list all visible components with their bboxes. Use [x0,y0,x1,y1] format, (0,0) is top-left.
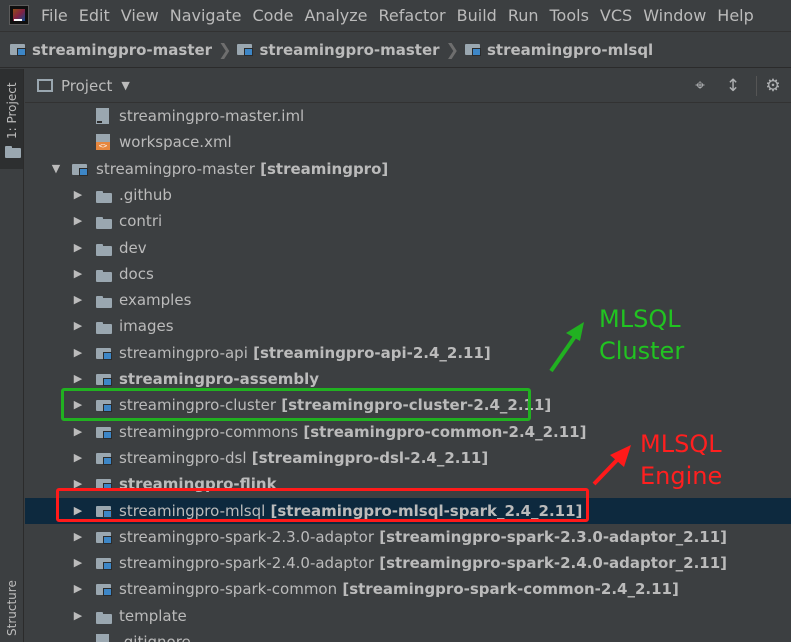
cluster-arrow-shaft [549,333,578,373]
cluster-annotation-line2: Cluster [599,337,685,365]
engine-annotation-line2: Engine [640,462,723,490]
engine-annotation-line1: MLSQL [640,430,722,458]
cluster-annotation-line1: MLSQL [599,305,681,333]
cluster-annotation: MLSQL Cluster [599,303,684,367]
engine-arrow-shaft [592,456,621,486]
engine-annotation: MLSQL Engine [640,428,722,492]
